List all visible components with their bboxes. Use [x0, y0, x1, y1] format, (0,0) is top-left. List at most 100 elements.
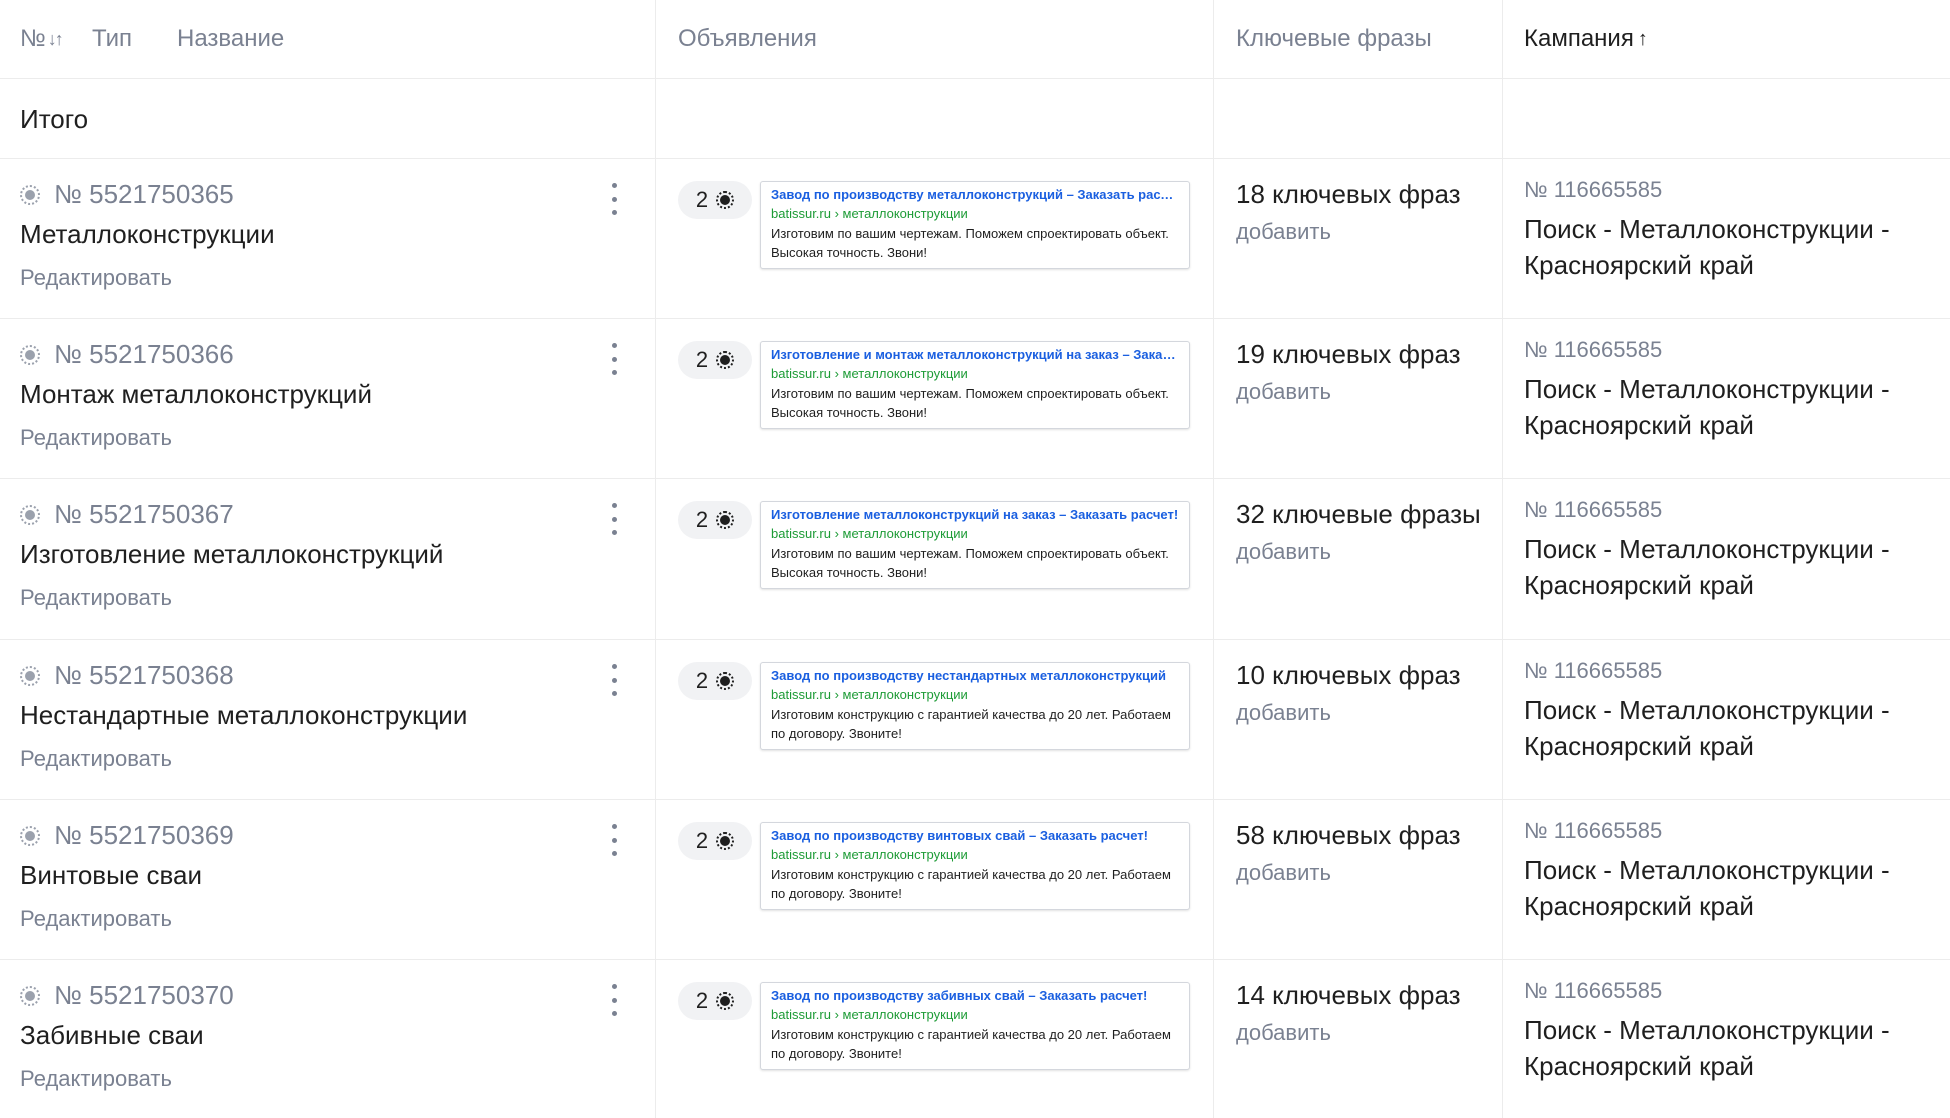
- group-name[interactable]: Забивные сваи: [20, 1020, 204, 1051]
- ads-count-badge[interactable]: 2: [678, 662, 752, 700]
- campaign-id: № 116665585: [1524, 497, 1663, 522]
- sort-asc-icon[interactable]: ↑: [1638, 28, 1648, 51]
- campaign-name[interactable]: Поиск - Металлоконструкции - Красноярски…: [1524, 692, 1924, 764]
- edit-link[interactable]: Редактировать: [20, 425, 172, 451]
- ad-variants-icon: [716, 992, 735, 1010]
- campaign-name[interactable]: Поиск - Металлоконструкции - Красноярски…: [1524, 1012, 1924, 1084]
- ad-groups-table: № ↓↑ Тип Название Объявления Ключевые фр…: [0, 0, 1950, 1118]
- add-keywords-link[interactable]: добавить: [1236, 700, 1331, 726]
- ad-text: Изготовим по вашим чертежам. Поможем спр…: [771, 546, 1169, 580]
- header-number[interactable]: № ↓↑: [20, 0, 64, 78]
- header-name-label: Название: [177, 25, 285, 52]
- ads-count-value: 2: [695, 988, 709, 1013]
- group-id: № 5521750367: [20, 499, 234, 530]
- group-id-text: № 5521750370: [54, 980, 234, 1010]
- edit-link[interactable]: Редактировать: [20, 906, 172, 932]
- more-actions-icon[interactable]: [606, 984, 622, 1016]
- add-keywords-link[interactable]: добавить: [1236, 1020, 1331, 1046]
- edit-link[interactable]: Редактировать: [20, 585, 172, 611]
- keywords-count[interactable]: 18 ключевых фраз: [1236, 179, 1461, 210]
- ad-variants-icon: [716, 191, 735, 209]
- keywords-count[interactable]: 10 ключевых фраз: [1236, 660, 1461, 691]
- ad-preview[interactable]: Изготовление и монтаж металлоконструкций…: [760, 341, 1190, 429]
- header-keywords-label: Ключевые фразы: [1236, 25, 1432, 52]
- group-id: № 5521750366: [20, 339, 234, 370]
- more-actions-icon[interactable]: [606, 664, 622, 696]
- ad-title: Завод по производству винтовых свай – За…: [771, 828, 1148, 843]
- header-type[interactable]: Тип: [92, 0, 132, 78]
- table-row: № 5521750365 Металлоконструкции Редактиров…: [0, 159, 1950, 319]
- add-keywords-link[interactable]: добавить: [1236, 219, 1331, 245]
- header-campaign-label: Кампания: [1524, 25, 1634, 52]
- campaign-id: № 116665585: [1524, 177, 1663, 202]
- keywords-count[interactable]: 58 ключевых фраз: [1236, 820, 1461, 851]
- ads-count-value: 2: [695, 828, 709, 853]
- group-id-text: № 5521750367: [54, 499, 234, 529]
- ads-count-value: 2: [695, 507, 709, 532]
- edit-link[interactable]: Редактировать: [20, 1066, 172, 1092]
- group-name[interactable]: Винтовые сваи: [20, 860, 202, 891]
- sort-both-icon[interactable]: ↓↑: [48, 29, 64, 50]
- keywords-count[interactable]: 19 ключевых фраз: [1236, 339, 1461, 370]
- ad-text: Изготовим по вашим чертежам. Поможем спр…: [771, 386, 1169, 420]
- ads-count-badge[interactable]: 2: [678, 341, 752, 379]
- ad-url: batissur.ru › металлоконструкции: [771, 366, 968, 381]
- header-ads[interactable]: Объявления: [678, 0, 817, 78]
- ad-preview[interactable]: Завод по производству металлоконструкций…: [760, 181, 1190, 269]
- more-actions-icon[interactable]: [606, 824, 622, 856]
- keywords-count[interactable]: 14 ключевых фраз: [1236, 980, 1461, 1011]
- group-id-text: № 5521750368: [54, 660, 234, 690]
- more-actions-icon[interactable]: [606, 343, 622, 375]
- campaign-name[interactable]: Поиск - Металлоконструкции - Красноярски…: [1524, 211, 1924, 283]
- more-actions-icon[interactable]: [606, 183, 622, 215]
- ads-count-badge[interactable]: 2: [678, 501, 752, 539]
- group-id: № 5521750370: [20, 980, 234, 1011]
- header-type-label: Тип: [92, 25, 133, 52]
- group-name[interactable]: Нестандартные металлоконструкции: [20, 700, 467, 731]
- table-row: № 5521750367 Изготовление металлоконструк…: [0, 479, 1950, 639]
- group-name[interactable]: Металлоконструкции: [20, 219, 275, 250]
- edit-link[interactable]: Редактировать: [20, 746, 172, 772]
- add-keywords-link[interactable]: добавить: [1236, 539, 1331, 565]
- group-name[interactable]: Монтаж металлоконструкций: [20, 379, 372, 410]
- ad-preview[interactable]: Изготовление металлоконструкций на заказ…: [760, 501, 1190, 589]
- ads-count-badge[interactable]: 2: [678, 982, 752, 1020]
- header-campaign[interactable]: Кампания ↑: [1524, 0, 1648, 78]
- ad-text: Изготовим конструкцию с гарантией качест…: [771, 1027, 1171, 1061]
- campaign-name[interactable]: Поиск - Металлоконструкции - Красноярски…: [1524, 371, 1924, 443]
- ad-text: Изготовим конструкцию с гарантией качест…: [771, 867, 1171, 901]
- text-image-ad-type-icon: [20, 825, 40, 846]
- ad-url: batissur.ru › металлоконструкции: [771, 1007, 968, 1022]
- ad-preview[interactable]: Завод по производству винтовых свай – За…: [760, 822, 1190, 910]
- keywords-count[interactable]: 32 ключевые фразы: [1236, 499, 1481, 530]
- text-image-ad-type-icon: [20, 504, 40, 525]
- ad-text: Изготовим конструкцию с гарантией качест…: [771, 707, 1171, 741]
- text-image-ad-type-icon: [20, 665, 40, 686]
- campaign-id: № 116665585: [1524, 818, 1663, 843]
- header-keywords[interactable]: Ключевые фразы: [1236, 0, 1432, 78]
- group-id-text: № 5521750369: [54, 820, 234, 850]
- edit-link[interactable]: Редактировать: [20, 265, 172, 291]
- header-name[interactable]: Название: [177, 0, 284, 78]
- text-image-ad-type-icon: [20, 184, 40, 205]
- ads-count-badge[interactable]: 2: [678, 181, 752, 219]
- group-id: № 5521750369: [20, 820, 234, 851]
- group-id-text: № 5521750366: [54, 339, 234, 369]
- ad-preview[interactable]: Завод по производству забивных свай – За…: [760, 982, 1190, 1070]
- more-actions-icon[interactable]: [606, 503, 622, 535]
- ad-preview[interactable]: Завод по производству нестандартных мета…: [760, 662, 1190, 750]
- table-row: № 5521750368 Нестандартные металлоконстру…: [0, 640, 1950, 800]
- group-id: № 5521750365: [20, 179, 234, 210]
- ad-title: Завод по производству металлоконструкций…: [771, 187, 1179, 202]
- ad-title: Изготовление металлоконструкций на заказ…: [771, 507, 1179, 522]
- campaign-name[interactable]: Поиск - Металлоконструкции - Красноярски…: [1524, 852, 1924, 924]
- ad-url: batissur.ru › металлоконструкции: [771, 526, 968, 541]
- campaign-name[interactable]: Поиск - Металлоконструкции - Красноярски…: [1524, 531, 1924, 603]
- group-name[interactable]: Изготовление металлоконструкций: [20, 539, 443, 570]
- group-id: № 5521750368: [20, 660, 234, 691]
- ads-count-badge[interactable]: 2: [678, 822, 752, 860]
- add-keywords-link[interactable]: добавить: [1236, 379, 1331, 405]
- ads-count-value: 2: [695, 668, 709, 693]
- ad-variants-icon: [716, 511, 735, 529]
- add-keywords-link[interactable]: добавить: [1236, 860, 1331, 886]
